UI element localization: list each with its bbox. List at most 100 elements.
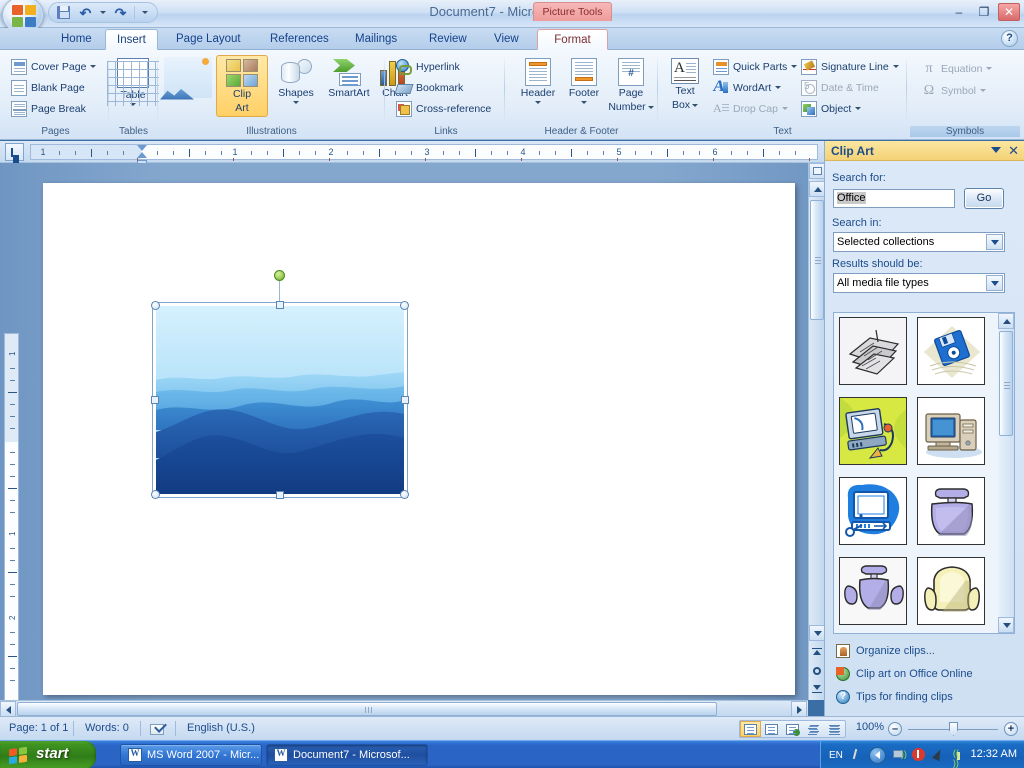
- chevron-down-icon[interactable]: [986, 275, 1003, 291]
- symbol-button[interactable]: Ω Symbol: [918, 81, 989, 100]
- show-hidden-icons-button[interactable]: [868, 746, 886, 764]
- search-input[interactable]: Office: [833, 189, 955, 208]
- print-layout-view-button[interactable]: [740, 721, 761, 737]
- signature-line-button[interactable]: Signature Line: [798, 57, 902, 76]
- document-horizontal-scrollbar[interactable]: [0, 700, 808, 717]
- taskbar-item-document7[interactable]: Document7 - Microsof...: [266, 744, 428, 766]
- spelling-and-grammar-check-icon[interactable]: [150, 722, 167, 736]
- customize-quick-access-button[interactable]: [140, 4, 150, 21]
- network-icon[interactable]: (( )): [952, 748, 966, 768]
- clip-art-thumbnail-office-equipment-sketch[interactable]: [839, 317, 907, 385]
- rotation-handle[interactable]: [274, 270, 285, 281]
- redo-button[interactable]: ↷: [112, 4, 129, 21]
- shapes-button[interactable]: Shapes: [270, 55, 322, 104]
- first-line-indent-marker[interactable]: [137, 145, 147, 151]
- search-in-dropdown[interactable]: Selected collections: [833, 232, 1005, 252]
- chevron-down-icon[interactable]: [986, 234, 1003, 250]
- zoom-level-label[interactable]: 100%: [856, 721, 884, 733]
- clip-art-button[interactable]: Clip Art: [216, 55, 268, 117]
- text-box-button[interactable]: A Text Box: [662, 55, 708, 111]
- clip-art-thumbnail-purple-desk-chairs[interactable]: [839, 557, 907, 625]
- tab-view[interactable]: View: [483, 29, 530, 50]
- quick-parts-button[interactable]: Quick Parts: [710, 57, 800, 76]
- hanging-indent-marker[interactable]: [137, 152, 147, 158]
- save-button[interactable]: [55, 4, 72, 21]
- status-page-number[interactable]: Page: 1 of 1: [2, 721, 75, 737]
- blank-page-button[interactable]: Blank Page: [8, 78, 88, 97]
- equation-button[interactable]: π Equation: [918, 59, 995, 78]
- zoom-out-button[interactable]: –: [888, 722, 902, 736]
- table-button[interactable]: Table: [107, 55, 159, 106]
- object-button[interactable]: Object: [798, 99, 864, 118]
- tab-home[interactable]: Home: [50, 29, 103, 50]
- clip-art-thumbnail-blue-computer-graphic[interactable]: [839, 477, 907, 545]
- results-scrollbar[interactable]: [998, 313, 1014, 633]
- horizontal-scroll-thumb[interactable]: [17, 702, 717, 716]
- undo-dropdown-button[interactable]: [99, 4, 107, 21]
- draft-view-button[interactable]: [824, 721, 845, 737]
- tab-stop-selector[interactable]: [5, 143, 24, 161]
- resize-handle-middle-left[interactable]: [151, 396, 159, 404]
- next-page-button[interactable]: [809, 681, 825, 697]
- system-clock[interactable]: 12:32 AM: [971, 748, 1017, 760]
- results-scroll-thumb[interactable]: [999, 331, 1013, 436]
- display-icon[interactable]: )): [892, 748, 907, 762]
- tab-references[interactable]: References: [259, 29, 340, 50]
- header-button[interactable]: Header: [512, 55, 564, 104]
- zoom-slider-thumb[interactable]: [949, 722, 958, 736]
- scroll-right-button[interactable]: [791, 701, 807, 717]
- ruler-band[interactable]: 1 1 2 3 4 5 6: [30, 144, 818, 165]
- undo-button[interactable]: ↶: [77, 4, 94, 21]
- web-layout-view-button[interactable]: [782, 721, 803, 737]
- results-should-be-dropdown[interactable]: All media file types: [833, 273, 1005, 293]
- resize-handle-middle-right[interactable]: [401, 396, 409, 404]
- clip-art-thumbnail-beige-desktop-computer[interactable]: [917, 397, 985, 465]
- resize-handle-top-left[interactable]: [151, 301, 160, 310]
- zoom-in-button[interactable]: +: [1004, 722, 1018, 736]
- resize-handle-bottom-left[interactable]: [151, 490, 160, 499]
- task-pane-close-button[interactable]: ✕: [1008, 143, 1019, 159]
- date-and-time-button[interactable]: Date & Time: [798, 78, 882, 97]
- results-scroll-up-button[interactable]: [998, 313, 1014, 329]
- picture-button[interactable]: Picture: [160, 55, 214, 100]
- status-word-count[interactable]: Words: 0: [78, 721, 136, 737]
- close-button[interactable]: ✕: [998, 3, 1020, 21]
- clip-art-results-list[interactable]: [833, 312, 1015, 634]
- cover-page-button[interactable]: Cover Page: [8, 57, 99, 76]
- pen-icon[interactable]: [849, 748, 863, 762]
- minimize-button[interactable]: –: [948, 3, 970, 21]
- scroll-down-button[interactable]: [809, 625, 825, 641]
- resize-handle-top-right[interactable]: [400, 301, 409, 310]
- clip-art-on-office-online-link[interactable]: Clip art on Office Online: [836, 666, 973, 682]
- tab-format[interactable]: Format: [537, 29, 608, 50]
- maximize-button[interactable]: ❐: [973, 3, 995, 21]
- task-pane-menu-icon[interactable]: [991, 147, 1001, 153]
- help-icon[interactable]: ?: [1001, 30, 1018, 47]
- go-button[interactable]: Go: [964, 188, 1004, 209]
- status-language[interactable]: English (U.S.): [180, 721, 262, 737]
- tips-for-finding-clips-link[interactable]: ? Tips for finding clips: [836, 689, 953, 705]
- clip-art-thumbnail-purple-desk-top-view[interactable]: [917, 477, 985, 545]
- footer-button[interactable]: Footer: [558, 55, 610, 104]
- tab-insert[interactable]: Insert: [105, 29, 158, 50]
- cross-reference-button[interactable]: Cross-reference: [393, 99, 494, 118]
- antivirus-icon[interactable]: [911, 748, 926, 762]
- tab-review[interactable]: Review: [418, 29, 478, 50]
- smartart-button[interactable]: SmartArt: [324, 55, 374, 100]
- organize-clips-link[interactable]: Organize clips...: [836, 643, 935, 659]
- previous-page-button[interactable]: [809, 645, 825, 661]
- document-area[interactable]: 1 1 2 3 4: [0, 163, 824, 768]
- select-browse-object-button[interactable]: [809, 163, 825, 179]
- document-page[interactable]: [43, 183, 795, 695]
- clip-art-thumbnail-yellow-armchair[interactable]: [917, 557, 985, 625]
- page-break-button[interactable]: Page Break: [8, 99, 89, 118]
- vertical-scroll-thumb[interactable]: [810, 200, 824, 320]
- page-number-button[interactable]: # Page Number: [604, 55, 658, 113]
- picture-image[interactable]: [156, 306, 404, 494]
- outline-view-button[interactable]: [803, 721, 824, 737]
- scroll-up-button[interactable]: [809, 181, 825, 197]
- start-button[interactable]: start: [0, 741, 96, 768]
- full-screen-reading-view-button[interactable]: [761, 721, 782, 737]
- wordart-button[interactable]: WordArt: [710, 78, 784, 97]
- selected-picture[interactable]: [151, 270, 409, 499]
